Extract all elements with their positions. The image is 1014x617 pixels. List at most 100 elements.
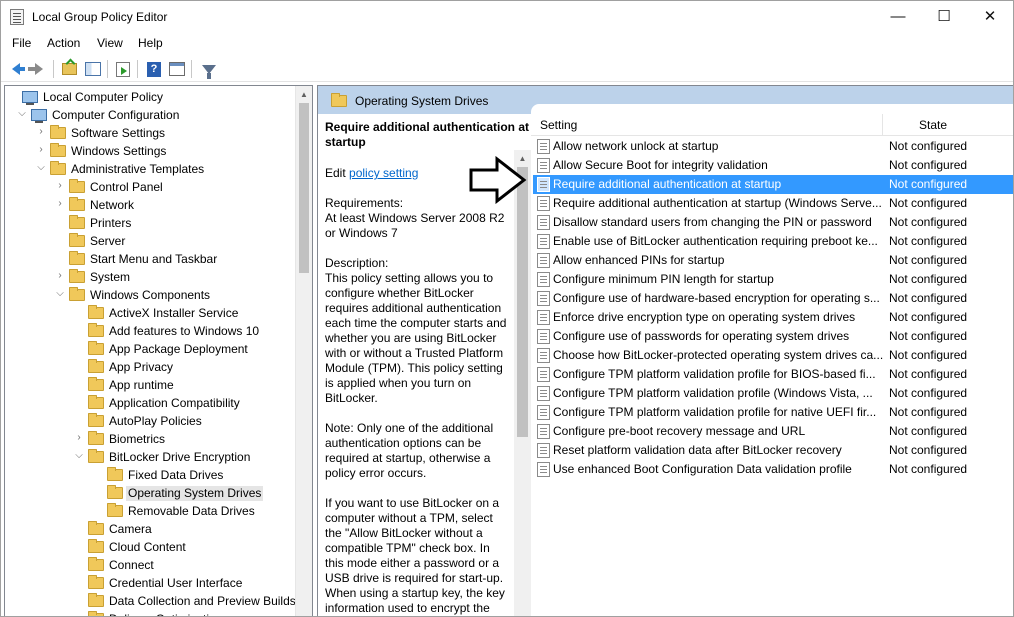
- policy-row[interactable]: Configure pre-boot recovery message and …: [533, 422, 1013, 441]
- policy-row[interactable]: Allow enhanced PINs for startup Not confi…: [533, 251, 1013, 270]
- tree-item[interactable]: Start Menu and Taskbar: [5, 250, 297, 268]
- policy-row[interactable]: Configure use of passwords for operating…: [533, 327, 1013, 346]
- chevron-down-icon[interactable]: ⌵: [16, 107, 28, 121]
- tree-item[interactable]: › Control Panel: [5, 178, 297, 196]
- policy-row[interactable]: Require additional authentication at sta…: [533, 194, 1013, 213]
- chevron-right-icon[interactable]: ›: [35, 143, 47, 157]
- policy-state: Not configured: [889, 348, 968, 362]
- policy-setting-name: Configure TPM platform validation profil…: [553, 405, 877, 419]
- tree-item[interactable]: › Biometrics: [5, 430, 297, 448]
- tree-item[interactable]: › System: [5, 268, 297, 286]
- policy-row[interactable]: Require additional authentication at sta…: [533, 175, 1013, 194]
- policy-row[interactable]: Choose how BitLocker-protected operating…: [533, 346, 1013, 365]
- chevron-right-icon[interactable]: ›: [73, 431, 85, 445]
- tree-item[interactable]: Camera: [5, 520, 297, 538]
- tree-scrollbar[interactable]: ▲: [295, 86, 312, 616]
- console-tree[interactable]: Local Computer Policy ⌵ Computer Configura…: [4, 85, 313, 616]
- policy-row[interactable]: Configure TPM platform validation profil…: [533, 365, 1013, 384]
- chevron-down-icon[interactable]: ⌵: [73, 449, 85, 463]
- tree-item[interactable]: › Software Settings: [5, 124, 297, 142]
- back-button[interactable]: [6, 59, 26, 79]
- export-list-button[interactable]: [113, 59, 133, 79]
- policy-row[interactable]: Enforce drive encryption type on operati…: [533, 308, 1013, 327]
- tree-item[interactable]: ⌵ Administrative Templates: [5, 160, 297, 178]
- chevron-right-icon[interactable]: ›: [54, 179, 66, 193]
- policy-row[interactable]: Configure TPM platform validation profil…: [533, 384, 1013, 403]
- chevron-right-icon[interactable]: ›: [54, 197, 66, 211]
- tree-item[interactable]: Operating System Drives: [5, 484, 297, 502]
- tree-item-label: Removable Data Drives: [128, 504, 255, 518]
- tree-item[interactable]: AutoPlay Policies: [5, 412, 297, 430]
- chevron-down-icon[interactable]: ⌵: [35, 161, 47, 175]
- policy-row[interactable]: Configure TPM platform validation profil…: [533, 403, 1013, 422]
- menu-file[interactable]: File: [12, 36, 31, 50]
- folder-icon: [88, 449, 104, 463]
- tree-item[interactable]: ActiveX Installer Service: [5, 304, 297, 322]
- tree-item[interactable]: ⌵ Windows Components: [5, 286, 297, 304]
- policy-row[interactable]: Use enhanced Boot Configuration Data val…: [533, 460, 1013, 479]
- tree-item[interactable]: › Windows Settings: [5, 142, 297, 160]
- help-icon: ?: [147, 61, 161, 77]
- policy-row[interactable]: Allow network unlock at startup Not confi…: [533, 137, 1013, 156]
- policy-row[interactable]: Allow Secure Boot for integrity validati…: [533, 156, 1013, 175]
- menu-action[interactable]: Action: [47, 36, 80, 50]
- tree-item-label: Software Settings: [71, 126, 166, 140]
- chevron-down-icon[interactable]: ⌵: [54, 287, 66, 301]
- tree-item[interactable]: Add features to Windows 10: [5, 322, 297, 340]
- filter-button[interactable]: [199, 59, 219, 79]
- tree-item[interactable]: App Package Deployment: [5, 340, 297, 358]
- chevron-right-icon[interactable]: ›: [54, 269, 66, 283]
- close-button[interactable]: ✕: [967, 1, 1013, 33]
- policy-row[interactable]: Reset platform validation data after Bit…: [533, 441, 1013, 460]
- policy-setting-name: Configure use of hardware-based encrypti…: [553, 291, 880, 305]
- tree-item[interactable]: Local Computer Policy: [5, 88, 297, 106]
- policy-setting-name: Require additional authentication at sta…: [553, 196, 882, 210]
- tree-item[interactable]: ⌵ Computer Configuration: [5, 106, 297, 124]
- policy-row[interactable]: Configure use of hardware-based encrypti…: [533, 289, 1013, 308]
- policy-row[interactable]: Disallow standard users from changing th…: [533, 213, 1013, 232]
- scrollbar-thumb[interactable]: [299, 103, 309, 273]
- maximize-button[interactable]: ☐: [921, 1, 967, 33]
- policy-row[interactable]: Configure minimum PIN length for startup…: [533, 270, 1013, 289]
- minimize-button[interactable]: —: [875, 1, 921, 33]
- tree-item[interactable]: Cloud Content: [5, 538, 297, 556]
- policy-row[interactable]: Enable use of BitLocker authentication r…: [533, 232, 1013, 251]
- menu-view[interactable]: View: [97, 36, 123, 50]
- properties-button[interactable]: [167, 59, 187, 79]
- description-scrollbar[interactable]: ▲: [514, 150, 531, 616]
- tree-item[interactable]: ⌵ BitLocker Drive Encryption: [5, 448, 297, 466]
- column-divider[interactable]: [882, 114, 883, 136]
- list-header: Setting State: [531, 114, 1013, 136]
- column-header-state[interactable]: State: [919, 118, 947, 132]
- title-bar: Local Group Policy Editor — ☐ ✕: [1, 1, 1013, 33]
- menu-help[interactable]: Help: [138, 36, 163, 50]
- tree-item[interactable]: › Network: [5, 196, 297, 214]
- tree-item[interactable]: Fixed Data Drives: [5, 466, 297, 484]
- scroll-up-icon[interactable]: ▲: [296, 86, 312, 103]
- node-header-title: Operating System Drives: [355, 94, 489, 108]
- folder-icon: [50, 161, 66, 175]
- tree-item[interactable]: Connect: [5, 556, 297, 574]
- tree-item[interactable]: Application Compatibility: [5, 394, 297, 412]
- folder-icon: [88, 359, 104, 373]
- up-one-level-button[interactable]: [59, 59, 79, 79]
- forward-button[interactable]: [28, 59, 49, 79]
- column-header-setting[interactable]: Setting: [540, 118, 577, 132]
- show-hide-console-tree-button[interactable]: [83, 59, 103, 79]
- tree-item[interactable]: App runtime: [5, 376, 297, 394]
- policy-setting-link[interactable]: policy setting: [349, 166, 418, 180]
- chevron-right-icon[interactable]: ›: [35, 125, 47, 139]
- folder-icon: [69, 251, 85, 265]
- tree-item[interactable]: Credential User Interface: [5, 574, 297, 592]
- tree-item[interactable]: Data Collection and Preview Builds: [5, 592, 297, 610]
- tree-item[interactable]: App Privacy: [5, 358, 297, 376]
- policy-title: Require additional authentication at sta…: [325, 120, 530, 149]
- help-button[interactable]: ?: [144, 59, 164, 79]
- policy-state: Not configured: [889, 253, 968, 267]
- tree-item[interactable]: Removable Data Drives: [5, 502, 297, 520]
- policy-setting-icon: [537, 424, 550, 439]
- scrollbar-thumb[interactable]: [517, 167, 528, 437]
- tree-item[interactable]: Server: [5, 232, 297, 250]
- tree-item[interactable]: Delivery Optimization: [5, 610, 297, 616]
- tree-item[interactable]: Printers: [5, 214, 297, 232]
